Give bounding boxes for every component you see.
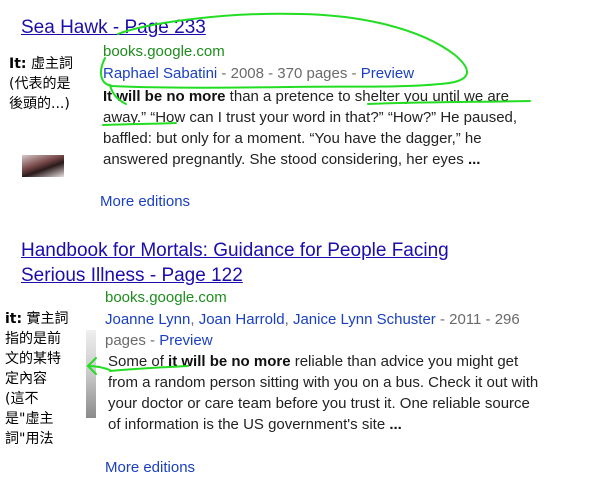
result-2-snippet: Some of it will be no more reliable than… — [108, 351, 546, 435]
result-1-more-editions[interactable]: More editions — [100, 191, 190, 212]
result-1-title[interactable]: Sea Hawk - Page 233 — [21, 15, 206, 40]
result-2-more-editions[interactable]: More editions — [105, 457, 195, 478]
result-2-title-line1[interactable]: Handbook for Mortals: Guidance for Peopl… — [21, 238, 449, 263]
result-2-meta: Joanne Lynn, Joan Harrold, Janice Lynn S… — [105, 311, 520, 349]
result-2-preview-link[interactable]: Preview — [159, 332, 212, 349]
note-1-label: It: — [9, 56, 27, 72]
result-2-author-3[interactable]: Janice Lynn Schuster — [293, 311, 436, 328]
note-1-line-2: (代表的是 — [9, 76, 71, 92]
note-2-line-3: 文的某特 — [5, 351, 61, 367]
snippet-bold: It will be no more — [103, 88, 226, 105]
result-2-url: books.google.com — [105, 289, 227, 306]
result-1-snippet: It will be no more than a pretence to sh… — [103, 86, 535, 170]
annotation-note-1: It: 虛主詞 (代表的是 後頭的...) — [9, 54, 99, 114]
result-1-meta: Raphael Sabatini - 2008 - 370 pages - Pr… — [103, 63, 414, 84]
result-2-title-line2[interactable]: Serious Illness - Page 122 — [21, 263, 243, 288]
snippet-bold: it will be no more — [168, 353, 291, 370]
note-1-line-3: 後頭的...) — [9, 96, 70, 112]
note-2-line-2: 指的是前 — [5, 331, 61, 347]
note-2-line-5: (這不 — [5, 391, 39, 407]
snippet-ellipsis: ... — [389, 416, 402, 433]
result-2-author-1[interactable]: Joanne Lynn — [105, 311, 190, 328]
note-2-line-4: 定內容 — [5, 371, 47, 387]
result-1-preview-link[interactable]: Preview — [361, 65, 414, 82]
note-2-label: it: — [5, 311, 23, 327]
annotation-note-2: it: 實主詞 指的是前 文的某特 定內容 (這不 是"虛主 詞"用法 — [5, 309, 85, 449]
note-1-text: 虛主詞 — [26, 56, 73, 72]
note-2-line-6: 是"虛主 — [5, 411, 54, 427]
snippet-lead: Some of — [108, 353, 169, 370]
result-2-author-2[interactable]: Joan Harrold — [199, 311, 285, 328]
result-1-meta-info: - 2008 - 370 pages - — [217, 65, 361, 82]
result-2-thumbnail[interactable] — [86, 330, 96, 418]
note-2-line-7: 詞"用法 — [5, 431, 54, 447]
snippet-ellipsis: ... — [467, 151, 481, 168]
result-1-url: books.google.com — [103, 43, 225, 60]
note-2-text: 實主詞 — [22, 311, 69, 327]
result-1-author[interactable]: Raphael Sabatini — [103, 65, 217, 82]
result-1-thumbnail[interactable] — [22, 155, 64, 177]
